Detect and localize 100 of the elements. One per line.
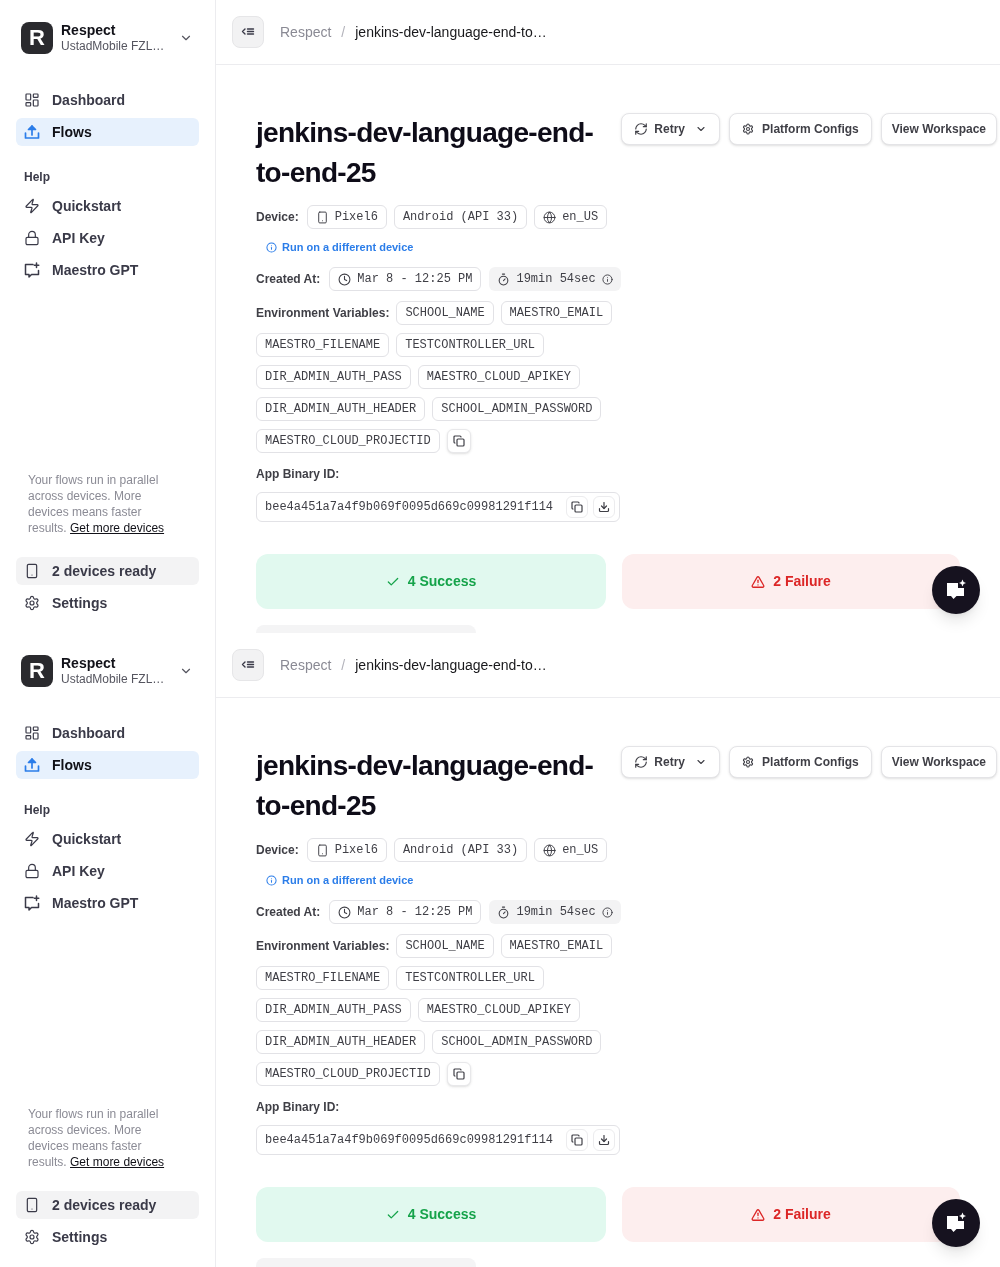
field-label: Environment Variables:	[256, 305, 390, 322]
download-icon	[598, 1134, 610, 1146]
env-var-tag: MAESTRO_CLOUD_APIKEY	[417, 998, 580, 1022]
warning-icon	[751, 574, 766, 589]
failure-filter-button[interactable]: 2 Failure	[622, 1187, 960, 1242]
phone-icon	[24, 1197, 40, 1213]
env-var-tag: SCHOOL_NAME	[396, 301, 494, 325]
field-label: App Binary ID:	[256, 1099, 341, 1115]
field-label: Environment Variables:	[256, 938, 390, 955]
nav-item[interactable]: Dashboard	[16, 86, 199, 114]
duration-text: 19min 54sec	[516, 904, 596, 921]
download-button[interactable]	[593, 1129, 615, 1151]
sidebar-toggle-button[interactable]	[232, 649, 264, 681]
created-date: Mar 8 - 12:25 PM	[357, 904, 473, 921]
settings-link[interactable]: Settings	[16, 1223, 199, 1251]
settings-link[interactable]: Settings	[16, 589, 199, 617]
lock-icon	[24, 863, 40, 879]
get-more-devices-link[interactable]: Get more devices	[70, 521, 165, 535]
os-badge: Android (API 33)	[393, 838, 528, 862]
breadcrumb-current: jenkins-dev-language-end-to…	[355, 22, 547, 42]
device-model: Pixel6	[334, 209, 378, 226]
org-logo: R	[21, 655, 53, 687]
devices-status-button[interactable]: 2 devices ready	[16, 1191, 199, 1219]
breadcrumb-separator: /	[341, 655, 346, 675]
globe-icon	[543, 210, 557, 224]
locale-text: en_US	[562, 842, 599, 859]
run-different-device-link[interactable]: Run on a different device	[266, 239, 414, 255]
nav-item[interactable]: Quickstart	[16, 192, 199, 220]
clock-icon	[338, 905, 352, 919]
nav-item[interactable]: Flows	[16, 751, 199, 779]
env-var-tag: DIR_ADMIN_AUTH_HEADER	[256, 397, 426, 421]
copy-icon	[571, 501, 583, 513]
created-date: Mar 8 - 12:25 PM	[357, 271, 473, 288]
retry-button[interactable]: Retry	[621, 746, 721, 778]
env-var-tag: DIR_ADMIN_AUTH_HEADER	[256, 1030, 426, 1054]
copy-button[interactable]	[566, 496, 588, 518]
timer-icon	[497, 905, 511, 919]
upload-icon	[24, 757, 40, 773]
breadcrumb-link[interactable]: Respect	[280, 21, 332, 43]
refresh-icon	[634, 755, 649, 769]
refresh-icon	[634, 122, 649, 136]
settings-icon	[742, 123, 755, 135]
view-workspace-button[interactable]: View Workspace	[880, 113, 997, 145]
settings-icon	[24, 595, 40, 611]
dashboard-icon	[24, 725, 40, 741]
download-icon	[598, 501, 610, 513]
env-var-tag: TESTCONTROLLER_URL	[396, 333, 544, 357]
copy-icon	[571, 1134, 583, 1146]
nav-item[interactable]: API Key	[16, 224, 199, 252]
env-var-tag: DIR_ADMIN_AUTH_PASS	[256, 998, 411, 1022]
env-var-tag: MAESTRO_FILENAME	[256, 966, 390, 990]
env-var-tag: SCHOOL_ADMIN_PASSWORD	[432, 397, 602, 421]
sidebar-toggle-button[interactable]	[232, 16, 264, 48]
section-heading: Help	[23, 169, 51, 185]
nav-item[interactable]: Maestro GPT	[16, 889, 199, 917]
nav-item[interactable]: Flows	[16, 118, 199, 146]
field-label: Created At:	[256, 271, 321, 288]
promo-text: Your flows run in parallel across devices. More devices means faster results. Get more devices	[28, 1106, 166, 1170]
chat-sparkle-icon	[944, 1211, 968, 1235]
field-label: Created At:	[256, 904, 321, 921]
get-more-devices-link[interactable]: Get more devices	[70, 1155, 165, 1169]
env-var-tag: MAESTRO_EMAIL	[500, 301, 613, 325]
os-badge: Android (API 33)	[393, 205, 528, 229]
view-workspace-button[interactable]: View Workspace	[880, 746, 997, 778]
copy-button[interactable]	[446, 1062, 471, 1086]
org-name: Respect	[61, 22, 117, 38]
nav-item[interactable]: API Key	[16, 857, 199, 885]
retry-button[interactable]: Retry	[621, 113, 721, 145]
copy-button[interactable]	[566, 1129, 588, 1151]
phone-icon	[315, 210, 329, 224]
chat-sparkle-icon	[24, 895, 40, 911]
failure-filter-button[interactable]: 2 Failure	[622, 554, 960, 609]
nav-item[interactable]: Quickstart	[16, 825, 199, 853]
clock-icon	[338, 272, 352, 286]
platform-configs-button[interactable]: Platform Configs	[729, 746, 872, 778]
section-heading: Help	[23, 802, 51, 818]
chat-button[interactable]	[932, 566, 980, 614]
warning-icon	[751, 1207, 766, 1222]
devices-status-button[interactable]: 2 devices ready	[16, 557, 199, 585]
env-var-tag: SCHOOL_ADMIN_PASSWORD	[432, 1030, 602, 1054]
env-var-tag: MAESTRO_CLOUD_APIKEY	[417, 365, 580, 389]
info-icon	[601, 273, 613, 285]
flow-title: jenkins-dev-language-end-to-end-25	[256, 749, 595, 823]
promo-text: Your flows run in parallel across devices. More devices means faster results. Get more devices	[28, 472, 166, 536]
nav-item[interactable]: Maestro GPT	[16, 256, 199, 284]
org-subtitle: UstadMobile FZL…	[61, 671, 166, 687]
info-icon	[601, 906, 613, 918]
org-logo: R	[21, 22, 53, 54]
globe-icon	[543, 843, 557, 857]
breadcrumb-link[interactable]: Respect	[280, 654, 332, 676]
run-different-device-link[interactable]: Run on a different device	[266, 872, 414, 888]
nav-item[interactable]: Dashboard	[16, 719, 199, 747]
dashboard-icon	[24, 92, 40, 108]
chat-button[interactable]	[932, 1199, 980, 1247]
copy-button[interactable]	[446, 429, 471, 453]
lightning-icon	[24, 198, 40, 214]
download-button[interactable]	[593, 496, 615, 518]
platform-configs-button[interactable]: Platform Configs	[729, 113, 872, 145]
field-label: Device:	[256, 842, 299, 859]
flow-title: jenkins-dev-language-end-to-end-25	[256, 116, 595, 190]
